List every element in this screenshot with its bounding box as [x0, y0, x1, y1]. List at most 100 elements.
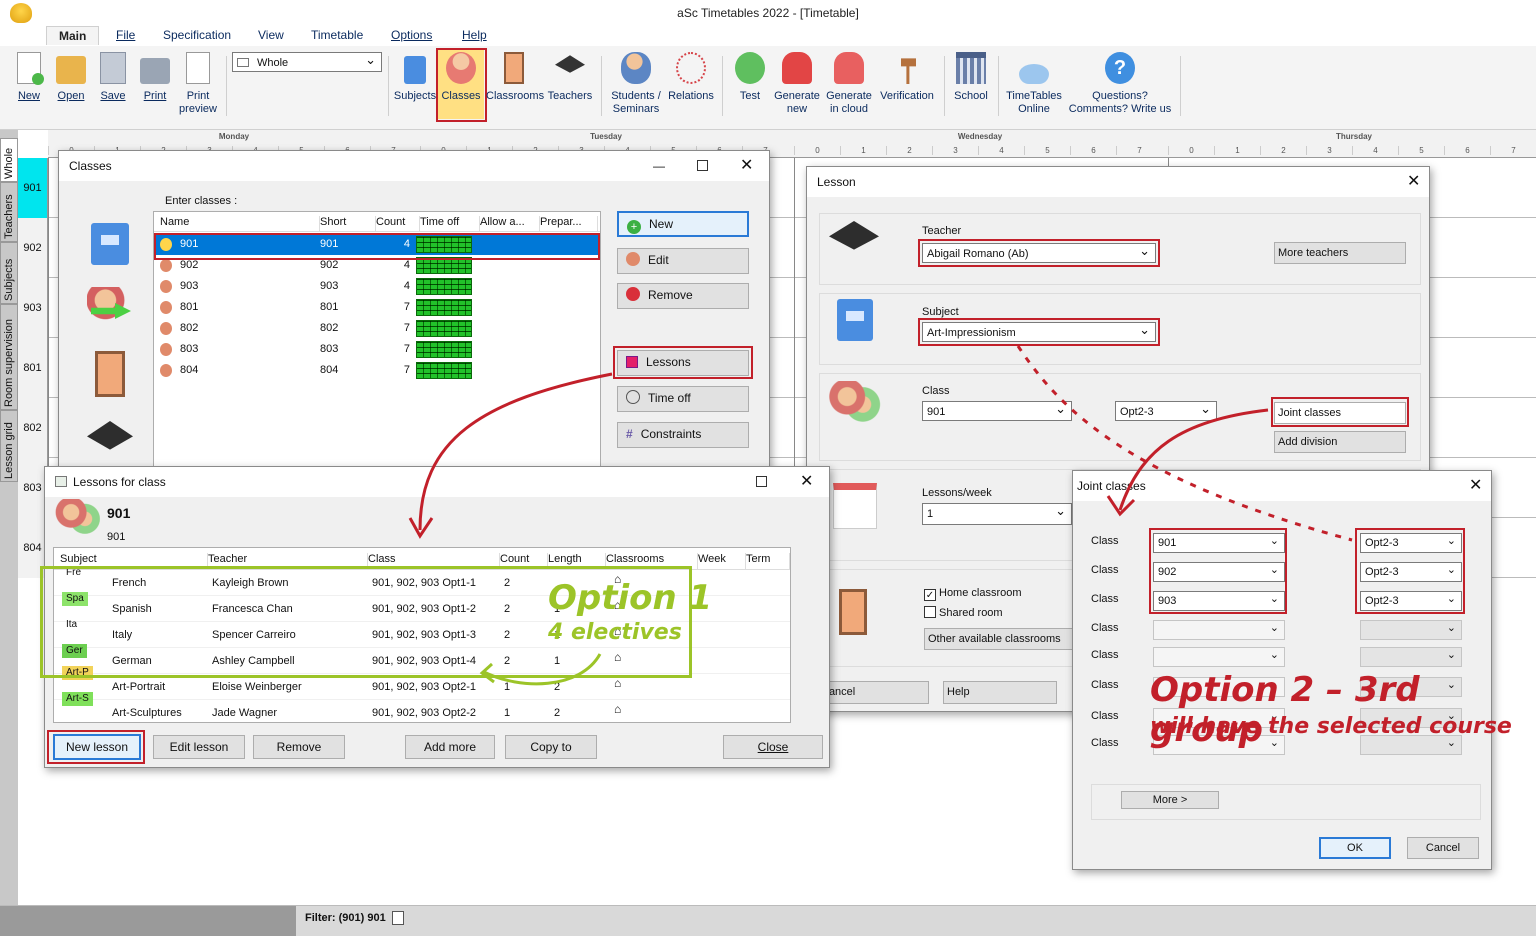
classes-column-header[interactable]: Prepar...: [540, 216, 598, 232]
timetables-online-button[interactable]: TimeTables Online: [1002, 52, 1066, 116]
verification-button[interactable]: Verification: [876, 52, 938, 103]
edit-lesson-button[interactable]: Edit lesson: [153, 735, 245, 759]
side-tab-subjects[interactable]: Subjects: [0, 242, 18, 304]
classes-column-header[interactable]: Time off: [420, 216, 480, 232]
close-icon[interactable]: ✕: [800, 467, 813, 497]
period-header: 2: [886, 146, 932, 155]
home-classroom-checkbox[interactable]: ✓ Home classroom: [924, 587, 1022, 601]
lesson-help-button[interactable]: Help: [943, 681, 1057, 704]
joint-class-select[interactable]: ⌄: [1153, 647, 1285, 667]
add-division-button[interactable]: Add division: [1274, 431, 1406, 453]
option2-sublabel: will have the selected course: [1150, 714, 1512, 739]
class-select[interactable]: 901: [922, 399, 1072, 421]
ok-button[interactable]: OK: [1319, 837, 1391, 859]
print-preview-button[interactable]: Print preview: [176, 52, 220, 116]
close-icon[interactable]: ✕: [1407, 167, 1420, 197]
tab-help[interactable]: Help: [462, 28, 487, 42]
tab-specification[interactable]: Specification: [163, 28, 231, 42]
table-row[interactable]: 801 801 7: [154, 297, 600, 318]
school-button[interactable]: School: [950, 52, 992, 103]
relations-button[interactable]: Relations: [666, 52, 716, 103]
grid-row-header[interactable]: 901: [18, 158, 48, 218]
class-edit-button[interactable]: Edit: [617, 248, 749, 274]
tab-file[interactable]: File: [116, 28, 135, 42]
tab-view[interactable]: View: [258, 28, 284, 42]
lessons-column-header[interactable]: Term: [746, 553, 790, 569]
lessons-column-header[interactable]: Week: [698, 553, 746, 569]
table-row[interactable]: 803 803 7: [154, 339, 600, 360]
students-seminars-button[interactable]: Students / Seminars: [606, 52, 666, 116]
grid-row-header[interactable]: 801: [18, 338, 48, 398]
period-header: 5: [1024, 146, 1070, 155]
joint-class-label: Class: [1091, 535, 1119, 547]
tab-main[interactable]: Main: [46, 26, 100, 45]
grid-row-header[interactable]: 802: [18, 398, 48, 458]
student-icon: [160, 259, 172, 272]
class-short: 801: [320, 301, 339, 313]
remove-lesson-button[interactable]: Remove: [253, 735, 345, 759]
generate-new-button[interactable]: Generate new: [772, 52, 822, 116]
grid-row-header[interactable]: 902: [18, 218, 48, 278]
classes-column-header[interactable]: Count: [376, 216, 420, 232]
classes-column-header[interactable]: Name: [160, 216, 320, 232]
side-tab-whole[interactable]: Whole: [0, 138, 18, 182]
ribbon-separator: [601, 56, 602, 116]
save-button[interactable]: Save: [98, 52, 128, 103]
close-icon[interactable]: ✕: [740, 151, 753, 181]
new-button[interactable]: New: [14, 52, 44, 103]
filter-doc-icon[interactable]: [392, 911, 404, 925]
classes-column-header[interactable]: Short: [320, 216, 376, 232]
lesson-cancel-button[interactable]: Cancel: [817, 681, 929, 704]
lesson-row[interactable]: Art-S Art-Sculptures Jade Wagner 901, 902, …: [54, 692, 790, 722]
close-icon[interactable]: ✕: [1469, 471, 1482, 501]
print-button[interactable]: Print: [138, 52, 172, 103]
grid-row-header[interactable]: 903: [18, 278, 48, 338]
minimize-icon[interactable]: —: [653, 151, 665, 181]
lessons-week-select[interactable]: 1: [922, 501, 1072, 525]
more-button[interactable]: More >: [1121, 791, 1219, 809]
table-row[interactable]: 802 802 7: [154, 318, 600, 339]
view-select[interactable]: Whole: [232, 50, 382, 72]
class-constraints-button[interactable]: # Constraints: [617, 422, 749, 448]
class-remove-button[interactable]: Remove: [617, 283, 749, 309]
house-icon: ⌂: [614, 702, 622, 716]
tab-timetable[interactable]: Timetable: [311, 28, 363, 42]
maximize-icon[interactable]: [697, 160, 708, 171]
questions-button[interactable]: ? Questions? Comments? Write us: [1064, 52, 1176, 116]
side-tab-lesson-grid[interactable]: Lesson grid: [0, 410, 18, 482]
add-more-button[interactable]: Add more: [405, 735, 495, 759]
class-new-button[interactable]: + New: [617, 211, 749, 237]
more-teachers-button[interactable]: More teachers: [1274, 242, 1406, 264]
period-header: 3: [1306, 146, 1352, 155]
maximize-icon[interactable]: [756, 476, 767, 487]
folder-icon: [56, 56, 86, 84]
side-tab-teachers[interactable]: Teachers: [0, 182, 18, 242]
table-row[interactable]: 903 903 4: [154, 276, 600, 297]
table-row[interactable]: 804 804 7: [154, 360, 600, 381]
copy-to-button[interactable]: Copy to: [505, 735, 597, 759]
class-time-off-button[interactable]: Time off: [617, 386, 749, 412]
joint-group-select[interactable]: ⌄: [1360, 620, 1462, 640]
lesson-teacher: Jade Wagner: [212, 707, 278, 719]
test-button[interactable]: Test: [732, 52, 768, 103]
classes-column-header[interactable]: Allow a...: [480, 216, 540, 232]
joint-cancel-button[interactable]: Cancel: [1407, 837, 1479, 859]
shared-room-checkbox[interactable]: Shared room: [924, 606, 1003, 619]
subjects-button[interactable]: Subjects: [393, 52, 437, 103]
side-tab-room-supervision[interactable]: Room supervision: [0, 304, 18, 410]
close-button[interactable]: Close: [723, 735, 823, 759]
tab-options[interactable]: Options: [391, 28, 432, 42]
generate-cloud-button[interactable]: Generate in cloud: [824, 52, 874, 116]
class-name: 804: [180, 364, 199, 376]
classrooms-button[interactable]: Classrooms: [486, 52, 544, 103]
joint-class-label: Class: [1091, 564, 1119, 576]
joint-class-select[interactable]: ⌄: [1153, 620, 1285, 640]
teacher-highlight: [918, 239, 1160, 267]
classes-window: Classes — ✕ Enter classes : Name Short Cou…: [58, 150, 770, 470]
other-classrooms-button[interactable]: Other available classrooms: [924, 628, 1074, 650]
group-select[interactable]: Opt2-3: [1115, 399, 1217, 421]
joint-group-select[interactable]: ⌄: [1360, 647, 1462, 667]
period-header: 1: [840, 146, 886, 155]
open-button[interactable]: Open: [54, 52, 88, 103]
teachers-button[interactable]: Teachers: [546, 52, 594, 103]
